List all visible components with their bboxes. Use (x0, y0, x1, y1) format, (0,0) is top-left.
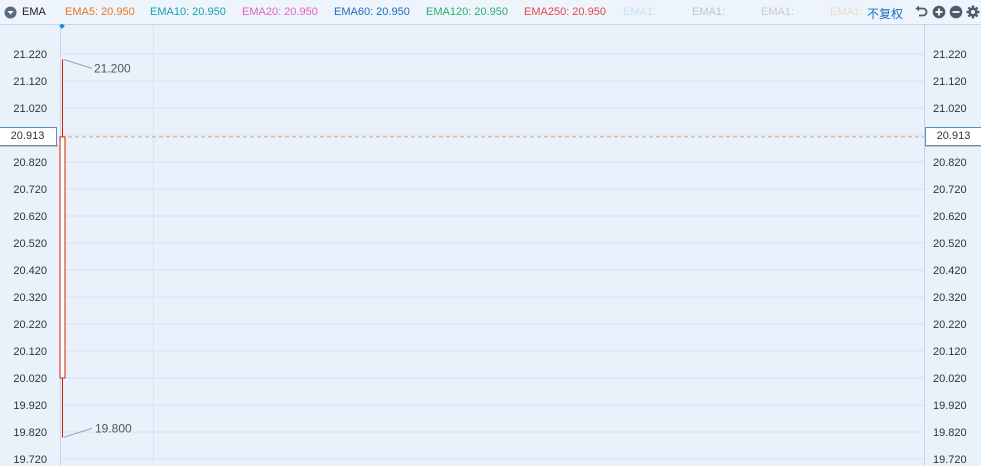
y-tick-label-right: 20.120 (933, 346, 967, 358)
zoom-in-icon[interactable] (932, 5, 946, 19)
ema-extra-3: EMA1: (761, 6, 795, 18)
price-adjust-selector[interactable]: 不复权 (867, 5, 903, 22)
y-tick-label-right: 19.820 (933, 427, 967, 439)
y-tick-label-right: 20.420 (933, 265, 967, 277)
price-chart[interactable]: 21.220 21.220 21.120 21.120 21.020 21.020 20.9… (0, 24, 981, 466)
undo-icon[interactable] (914, 5, 928, 19)
y-tick-label-left: 19.720 (13, 454, 47, 466)
y-tick-label-right: 20.220 (933, 319, 967, 331)
y-tick-label-left: 20.620 (13, 211, 47, 223)
ema20-value: EMA20: 20.950 (242, 6, 318, 18)
y-tick-label-left: 20.420 (13, 265, 47, 277)
ema10-value: EMA10: 20.950 (150, 6, 226, 18)
candle-body (59, 136, 66, 379)
low-label: 19.800 (95, 421, 132, 435)
y-tick-label-right: 19.720 (933, 454, 967, 466)
ema-extra-4: EMA1: (830, 6, 864, 18)
y-tick-label-left: 20.720 (13, 184, 47, 196)
y-tick-label-right: 20.620 (933, 211, 967, 223)
low-label-leader (63, 427, 93, 438)
y-tick-label-left: 20.320 (13, 292, 47, 304)
y-tick-label-right: 20.820 (933, 157, 967, 169)
high-label: 21.200 (94, 61, 131, 75)
current-price-tag-right: 20.913 (925, 127, 981, 146)
y-tick-label-right: 20.020 (933, 373, 967, 385)
y-tick-label-right: 20.720 (933, 184, 967, 196)
y-tick-label-right: 20.320 (933, 292, 967, 304)
y-tick-label-right: 21.120 (933, 76, 967, 88)
y-tick-label-left: 19.920 (13, 400, 47, 412)
y-tick-label-left: 20.120 (13, 346, 47, 358)
y-tick-label-left: 20.520 (13, 238, 47, 250)
ema-extra-1: EMA1: (623, 6, 657, 18)
ema60-value: EMA60: 20.950 (334, 6, 410, 18)
y-tick-label-right: 20.520 (933, 238, 967, 250)
settings-icon[interactable] (966, 5, 980, 19)
y-tick-label-left: 20.820 (13, 157, 47, 169)
y-tick-label-left: 21.020 (13, 103, 47, 115)
y-tick-label-left: 19.820 (13, 427, 47, 439)
y-tick-label-left: 21.120 (13, 76, 47, 88)
y-tick-label-right: 21.020 (933, 103, 967, 115)
indicator-name[interactable]: EMA (22, 6, 46, 19)
zoom-out-icon[interactable] (949, 5, 963, 19)
y-tick-label-left: 20.220 (13, 319, 47, 331)
current-price-tag-left: 20.913 (0, 127, 57, 146)
chevron-down-icon[interactable] (4, 6, 17, 19)
y-tick-label-right: 21.220 (933, 49, 967, 61)
indicator-toolbar: EMA EMA5: 20.950 EMA10: 20.950 EMA20: 20… (0, 0, 981, 25)
ema5-value: EMA5: 20.950 (65, 6, 135, 18)
y-tick-label-left: 21.220 (13, 49, 47, 61)
ema-extra-2: EMA1: (692, 6, 726, 18)
ema250-value: EMA250: 20.950 (524, 6, 606, 18)
y-tick-label-left: 20.020 (13, 373, 47, 385)
high-label-leader (63, 58, 93, 69)
ema120-value: EMA120: 20.950 (426, 6, 508, 18)
y-tick-label-right: 19.920 (933, 400, 967, 412)
